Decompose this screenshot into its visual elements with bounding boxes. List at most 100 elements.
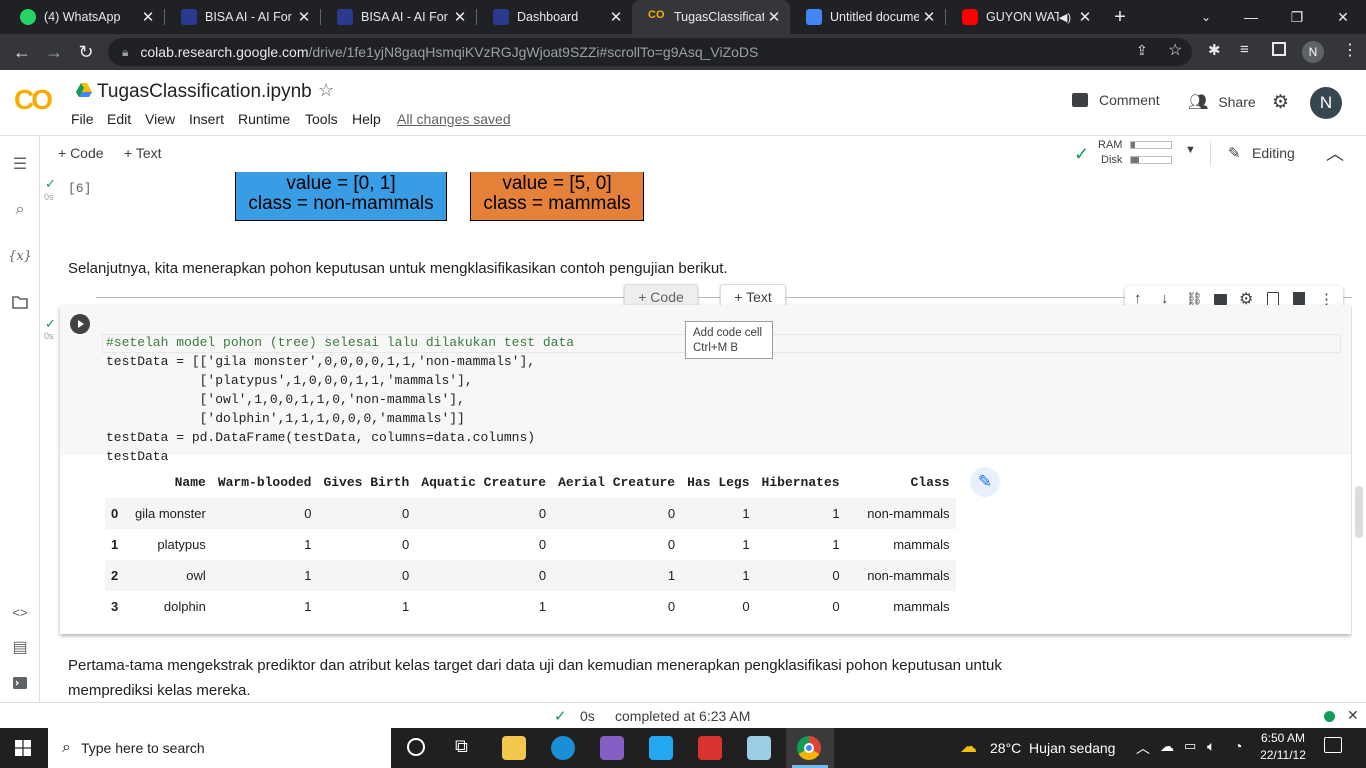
search-placeholder: Type here to search	[80, 740, 205, 756]
close-icon[interactable]: ✕	[919, 8, 939, 26]
search-icon[interactable]: ⌕	[9, 199, 31, 221]
menu-view[interactable]: View	[145, 111, 175, 127]
chrome-taskbar-button-active[interactable]	[786, 728, 834, 768]
side-panel-icon[interactable]	[1272, 42, 1286, 56]
clock-time[interactable]: 6:50 AM	[1260, 731, 1306, 745]
volume-icon[interactable]: 🔈︎	[1207, 738, 1215, 755]
new-tab-button[interactable]: +	[1108, 5, 1132, 29]
menu-tools[interactable]: Tools	[305, 111, 338, 127]
youtube-icon	[962, 9, 978, 25]
notebook-title[interactable]: TugasClassification.ipynb	[97, 81, 312, 103]
menu-edit[interactable]: Edit	[107, 111, 131, 127]
close-icon[interactable]: ✕	[1075, 8, 1095, 26]
speaker-icon[interactable]: ◀)	[1059, 11, 1071, 24]
tab-bisa-ai-1[interactable]: BISA AI - AI For Education ✕	[165, 0, 320, 34]
lock-icon: 🔒︎	[122, 44, 129, 59]
star-icon[interactable]: ☆	[318, 80, 334, 101]
battery-icon[interactable]: ▭	[1184, 738, 1196, 754]
back-arrow-icon[interactable]: ←	[10, 40, 34, 64]
comment-button[interactable]: Comment	[1072, 92, 1160, 108]
browser-menu-icon[interactable]: ⋮	[1342, 40, 1358, 60]
tab-colab-active[interactable]: CO TugasClassification.ipynb ✕	[632, 0, 790, 34]
colab-logo[interactable]: CO	[14, 84, 53, 116]
file-explorer-icon[interactable]	[502, 736, 526, 760]
close-window-button[interactable]: ✕	[1320, 0, 1366, 34]
mirror-cell-icon[interactable]	[1267, 292, 1279, 306]
settings-gear-icon[interactable]: ⚙	[1272, 91, 1289, 114]
scrollbar-thumb[interactable]	[1355, 486, 1363, 538]
terminal-icon[interactable]	[9, 672, 31, 694]
resources-dropdown-icon[interactable]: ▼	[1185, 144, 1196, 156]
profile-avatar[interactable]: N	[1302, 41, 1324, 63]
run-cell-button[interactable]	[70, 314, 90, 334]
table-of-contents-icon[interactable]: ☰	[9, 153, 31, 175]
edge-browser-icon[interactable]	[551, 736, 575, 760]
restore-button[interactable]: ❐	[1274, 0, 1320, 34]
close-icon[interactable]: ✕	[450, 8, 470, 26]
share-button[interactable]: 👥︎ Share	[1188, 92, 1256, 112]
bisa-ai-icon	[181, 9, 197, 25]
minimize-button[interactable]: —	[1228, 0, 1274, 34]
onedrive-cloud-icon[interactable]: ☁	[1160, 738, 1174, 755]
close-statusbar-icon[interactable]: ✕	[1347, 707, 1359, 724]
bookmark-star-icon[interactable]: ☆	[1168, 40, 1182, 60]
notification-center-icon[interactable]	[1324, 737, 1342, 753]
share-page-icon[interactable]: ⇪	[1136, 42, 1148, 59]
vscode-icon[interactable]	[649, 736, 673, 760]
tab-youtube[interactable]: GUYON WATON ◀) ✕	[946, 0, 1101, 34]
address-bar[interactable]: 🔒︎ colab.research.google.com/drive/1fe1y…	[108, 38, 1192, 66]
dataframe-table: Name Warm-blooded Gives Birth Aquatic Cr…	[105, 467, 956, 622]
close-icon[interactable]: ✕	[764, 8, 784, 26]
close-icon[interactable]: ✕	[294, 8, 314, 26]
add-code-button[interactable]: + Code	[58, 145, 104, 161]
taskbar-search-box[interactable]: ⌕ Type here to search	[48, 728, 391, 768]
clock-date[interactable]: 22/11/12	[1258, 748, 1308, 762]
close-icon[interactable]: ✕	[138, 8, 158, 26]
menu-runtime[interactable]: Runtime	[238, 111, 290, 127]
menu-help[interactable]: Help	[352, 111, 381, 127]
wps-office-icon[interactable]	[698, 736, 722, 760]
windows-start-icon[interactable]	[15, 740, 31, 756]
show-hidden-icons-chevron[interactable]: ︿	[1136, 738, 1150, 758]
forward-arrow-icon[interactable]: →	[42, 40, 66, 64]
interactive-table-wand-icon[interactable]: ✎	[970, 467, 1000, 497]
comment-icon[interactable]	[1214, 294, 1227, 305]
close-icon[interactable]: ✕	[606, 8, 626, 26]
save-status-link[interactable]: All changes saved	[397, 111, 511, 127]
wifi-icon[interactable]: ◔	[1234, 738, 1242, 754]
table-cell: 1	[832, 537, 840, 552]
extensions-icon[interactable]: ✱	[1208, 41, 1221, 59]
tab-search-chevron-icon[interactable]: ⌄	[1196, 5, 1216, 29]
menu-file[interactable]: File	[71, 111, 94, 127]
collapse-header-chevron-icon[interactable]: ︿	[1326, 140, 1344, 166]
reload-icon[interactable]: ↻	[74, 40, 98, 64]
delete-trash-icon[interactable]	[1293, 292, 1305, 306]
disk-meter[interactable]	[1130, 156, 1172, 164]
avatar[interactable]: N	[1310, 87, 1342, 119]
status-completed-text[interactable]: completed at 6:23 AM	[615, 708, 750, 724]
reading-list-icon[interactable]: ≡	[1240, 41, 1249, 58]
tab-bisa-ai-2[interactable]: BISA AI - AI For Education ✕	[321, 0, 476, 34]
code-cell: ✓ 0s #setelah model pohon (tree) selesai…	[44, 305, 1351, 634]
column-header: Aerial Creature	[558, 475, 676, 490]
weather-text[interactable]: 28°C Hujan sedang	[990, 740, 1115, 756]
task-view-icon[interactable]: ⧉	[455, 736, 468, 757]
visual-studio-icon[interactable]	[600, 736, 624, 760]
ram-meter[interactable]	[1130, 141, 1172, 149]
notepad-icon[interactable]	[747, 736, 771, 760]
tab-docs[interactable]: Untitled document ✕	[790, 0, 945, 34]
add-text-button[interactable]: + Text	[124, 145, 162, 161]
menu-insert[interactable]: Insert	[189, 111, 224, 127]
command-palette-icon[interactable]: ▤	[9, 636, 31, 658]
weather-icon[interactable]: ☁	[960, 737, 977, 757]
editing-mode-button[interactable]: Editing	[1252, 145, 1295, 161]
column-header: Has Legs	[687, 475, 750, 490]
variables-icon[interactable]: {x}	[8, 245, 32, 267]
scrollbar-track[interactable]	[1352, 172, 1366, 702]
tab-dashboard[interactable]: Dashboard ✕	[477, 0, 632, 34]
drive-icon[interactable]	[76, 83, 92, 97]
tab-whatsapp[interactable]: (4) WhatsApp ✕	[4, 0, 164, 34]
folder-icon[interactable]	[9, 291, 31, 313]
code-snippets-icon[interactable]: <>	[9, 601, 31, 623]
cortana-icon[interactable]	[407, 738, 425, 756]
